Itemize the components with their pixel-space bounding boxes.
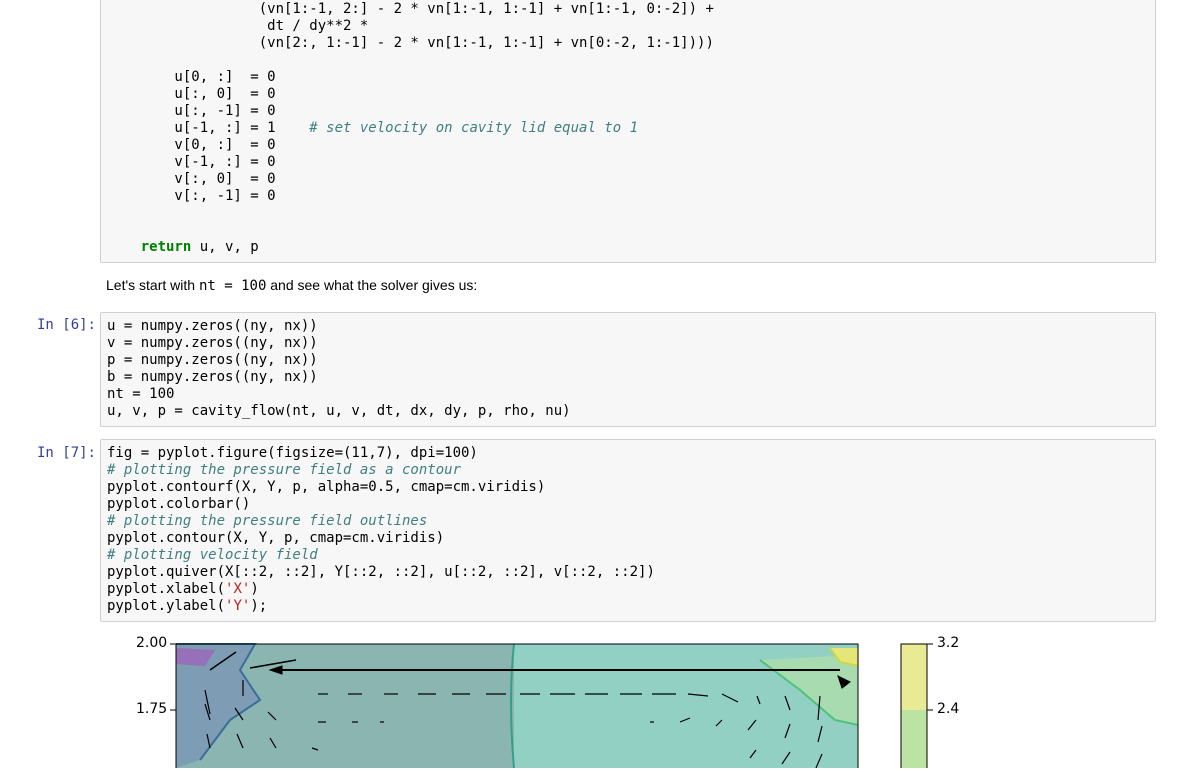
code-line: # plotting velocity field (107, 547, 318, 563)
code-line: v[:, -1] = 0 (107, 188, 276, 204)
colorbar-segment (901, 710, 927, 772)
md-text-after: and see what the solver gives us: (266, 277, 478, 293)
code-cell-top[interactable]: (vn[1:-1, 2:] - 2 * vn[1:-1, 1:-1] + vn[… (100, 0, 1156, 263)
y-tick-label: 2.00 (136, 635, 168, 651)
md-inline-code: nt = 100 (198, 278, 267, 294)
code-line: u[-1, :] = 1 # set velocity on cavity li… (107, 120, 639, 136)
code-line: pyplot.quiver(X[::2, ::2], Y[::2, ::2], … (107, 564, 655, 580)
md-text-before: Let's start with (106, 277, 199, 293)
cell7-prompt: In [7]: (36, 445, 96, 461)
code-line: u = numpy.zeros((ny, nx)) (107, 318, 318, 334)
code-line: u[:, -1] = 0 (107, 103, 276, 119)
code-line: (vn[2:, 1:-1] - 2 * vn[1:-1, 1:-1] + vn[… (107, 35, 714, 51)
code-line: u, v, p = cavity_flow(nt, u, v, dt, dx, … (107, 403, 571, 419)
code-line: v[0, :] = 0 (107, 137, 276, 153)
code-line: pyplot.xlabel('X') (107, 581, 259, 597)
code-line: nt = 100 (107, 386, 175, 402)
code-line: p = numpy.zeros((ny, nx)) (107, 352, 318, 368)
code-cell-7[interactable]: fig = pyplot.figure(figsize=(11,7), dpi=… (100, 439, 1156, 622)
markdown-text: Let's start with nt = 100 and see what t… (106, 277, 477, 294)
code-line: (vn[1:-1, 2:] - 2 * vn[1:-1, 1:-1] + vn[… (107, 1, 714, 17)
code-line: u[:, 0] = 0 (107, 86, 276, 102)
code-line: pyplot.colorbar() (107, 496, 251, 512)
code-line: pyplot.contour(X, Y, p, cmap=cm.viridis) (107, 530, 445, 546)
code-cell-6[interactable]: u = numpy.zeros((ny, nx)) v = numpy.zeros… (100, 312, 1156, 427)
colorbar-tick-label: 2.4 (937, 701, 960, 717)
cell6-prompt: In [6]: (36, 317, 96, 333)
code-line: u[0, :] = 0 (107, 69, 276, 85)
code-line: v[-1, :] = 0 (107, 154, 276, 170)
plot-output: 2.00 1.75 3.2 2.4 (0, 630, 1203, 772)
code-line: v[:, 0] = 0 (107, 171, 276, 187)
code-line: # plotting the pressure field as a conto… (107, 462, 462, 478)
code-line: pyplot.ylabel('Y'); (107, 598, 268, 614)
y-tick-label: 1.75 (136, 701, 168, 717)
code-line: # plotting the pressure field outlines (107, 513, 428, 529)
code-line: return u, v, p (140, 239, 259, 255)
code-line: dt / dy**2 * (107, 18, 369, 34)
code-line: v = numpy.zeros((ny, nx)) (107, 335, 318, 351)
code-line: fig = pyplot.figure(figsize=(11,7), dpi=… (107, 445, 478, 461)
code-line: b = numpy.zeros((ny, nx)) (107, 369, 318, 385)
colorbar-tick-label: 3.2 (937, 635, 960, 651)
code-line: pyplot.contourf(X, Y, p, alpha=0.5, cmap… (107, 479, 546, 495)
contour-quiver-plot (170, 643, 933, 772)
colorbar-segment-high (901, 644, 927, 710)
